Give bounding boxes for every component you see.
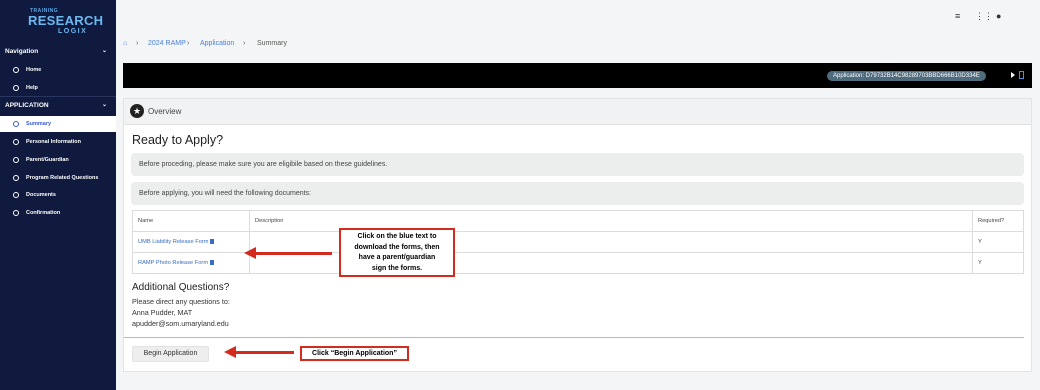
sidebar-item-label: Help xyxy=(26,85,38,91)
table-row: UMB Liability Release Form Y xyxy=(132,231,1024,253)
circle-arrow-icon xyxy=(13,210,19,216)
nav-section-label: Navigation xyxy=(5,48,39,55)
file-icon[interactable] xyxy=(210,239,215,244)
trash-icon[interactable] xyxy=(1019,71,1024,79)
callout-line: download the forms, then xyxy=(354,243,440,251)
table-cell-required: Y xyxy=(972,231,1024,253)
instruction-callout-forms: Click on the blue text to download the f… xyxy=(339,228,455,277)
sidebar-item-label: Documents xyxy=(26,192,56,198)
sidebar-divider xyxy=(0,96,116,97)
apps-grid-icon[interactable]: ⋮⋮ xyxy=(975,11,993,22)
eligibility-note: Before proceding, please make sure you a… xyxy=(131,153,1024,176)
circle-arrow-icon xyxy=(13,192,19,198)
sidebar-item-label: Parent/Guardian xyxy=(26,157,69,163)
sidebar-item-label: Personal Information xyxy=(26,139,82,145)
table-cell-name: RAMP Photo Release Form xyxy=(132,252,250,274)
column-header-required: Required? xyxy=(972,210,1024,232)
breadcrumb-separator: › xyxy=(243,40,246,47)
contact-name: Anna Pudder, MAT xyxy=(132,308,193,317)
sidebar-item-help[interactable]: Help xyxy=(0,80,116,96)
documents-table: Name Description Required? UMB Liability… xyxy=(132,210,1024,274)
begin-application-button[interactable]: Begin Application xyxy=(132,346,209,362)
home-icon[interactable]: ⌂ xyxy=(123,40,127,47)
breadcrumb-separator: › xyxy=(136,40,139,47)
circle-arrow-icon xyxy=(13,139,19,145)
additional-questions-heading: Additional Questions? xyxy=(132,282,230,293)
sidebar-item-home[interactable]: Home xyxy=(0,62,116,78)
breadcrumb-separator: › xyxy=(187,40,190,47)
sidebar-item-label: Confirmation xyxy=(26,210,61,216)
sidebar: TRAINING RESEARCH LOGIX Navigation ⌄ Hom… xyxy=(0,0,116,390)
sidebar-item-confirmation[interactable]: Confirmation xyxy=(0,205,116,221)
table-cell-name: UMB Liability Release Form xyxy=(132,231,250,253)
page-heading: Ready to Apply? xyxy=(132,133,224,147)
contact-intro: Please direct any questions to: xyxy=(132,297,230,306)
chevron-down-icon: ⌄ xyxy=(101,102,107,108)
sidebar-item-parent-guardian[interactable]: Parent/Guardian xyxy=(0,152,116,168)
documents-note: Before applying, you will need the follo… xyxy=(131,182,1024,205)
document-link[interactable]: UMB Liability Release Form xyxy=(138,239,208,245)
user-icon[interactable]: ● xyxy=(996,11,1001,21)
column-header-name: Name xyxy=(132,210,250,232)
application-section-header[interactable]: APPLICATION ⌄ xyxy=(0,98,116,113)
circle-arrow-icon xyxy=(13,175,19,181)
sidebar-item-documents[interactable]: Documents xyxy=(0,187,116,203)
logo-line-3: LOGIX xyxy=(58,28,88,35)
chevron-down-icon: ⌄ xyxy=(101,48,107,54)
circle-arrow-icon xyxy=(13,157,19,163)
star-icon: ★ xyxy=(130,104,144,118)
play-icon[interactable] xyxy=(1011,72,1015,78)
home-icon xyxy=(13,67,19,73)
sidebar-item-label: Home xyxy=(26,67,42,73)
callout-line: Click on the blue text to xyxy=(357,233,437,240)
application-section-label: APPLICATION xyxy=(5,102,49,109)
callout-line: sign the forms. xyxy=(371,264,423,272)
table-cell-required: Y xyxy=(972,252,1024,274)
nav-section-header[interactable]: Navigation ⌄ xyxy=(0,44,116,59)
sidebar-item-label: Program Related Questions xyxy=(26,175,99,181)
table-row: RAMP Photo Release Form Y xyxy=(132,252,1024,274)
annotation-arrow-head xyxy=(224,346,236,358)
annotation-arrow-line xyxy=(256,252,332,255)
circle-arrow-icon xyxy=(13,121,19,127)
sidebar-item-label: Summary xyxy=(26,121,52,127)
document-link[interactable]: RAMP Photo Release Form xyxy=(138,260,208,266)
instruction-callout-begin: Click “Begin Application” xyxy=(300,346,409,361)
contact-email: apudder@som.umaryland.edu xyxy=(132,319,229,328)
breadcrumb-item-program[interactable]: 2024 RAMP xyxy=(148,40,186,47)
sidebar-item-program-related-questions[interactable]: Program Related Questions xyxy=(0,170,116,186)
section-divider xyxy=(124,337,1024,338)
annotation-arrow-head xyxy=(244,247,256,259)
table-header-row: Name Description Required? xyxy=(132,210,1024,232)
overview-card-header xyxy=(124,99,1031,125)
breadcrumb-item-application[interactable]: Application xyxy=(200,40,234,47)
file-icon[interactable] xyxy=(210,260,215,265)
application-id-badge: Application: D79732B14C98289703BBD666B10… xyxy=(827,71,986,81)
sidebar-item-summary[interactable]: Summary xyxy=(0,116,116,132)
callout-line: have a parent/guardian xyxy=(358,254,436,261)
sidebar-item-personal-information[interactable]: Personal Information xyxy=(0,134,116,150)
brand-logo[interactable]: TRAINING RESEARCH LOGIX xyxy=(0,6,116,38)
overview-title: Overview xyxy=(148,107,182,116)
help-icon xyxy=(13,85,19,91)
logo-line-2: RESEARCH xyxy=(28,13,104,28)
breadcrumb-item-current: Summary xyxy=(257,40,287,47)
annotation-arrow-line xyxy=(236,351,294,354)
menu-icon[interactable]: ≡ xyxy=(955,11,960,21)
